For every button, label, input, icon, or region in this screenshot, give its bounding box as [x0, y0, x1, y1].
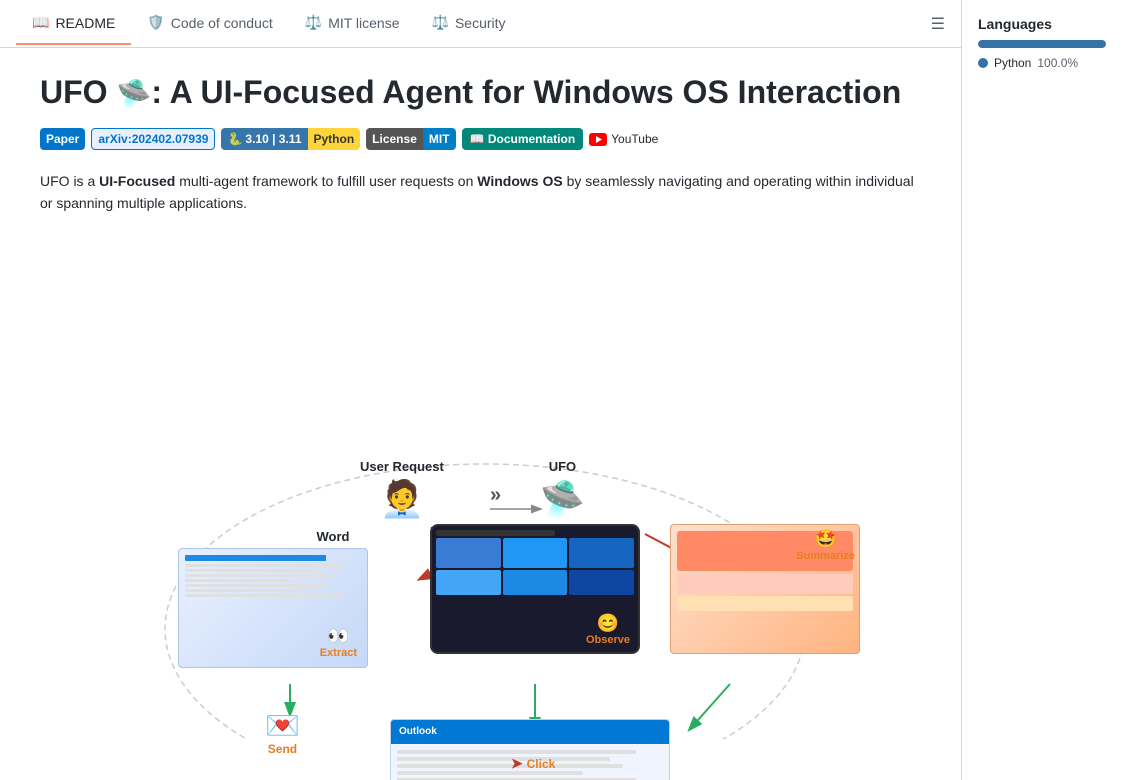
- badge-youtube[interactable]: YouTube: [589, 128, 658, 150]
- tab-security[interactable]: ⚖️ Security: [416, 2, 522, 45]
- bold-ui-focused: UI-Focused: [99, 173, 175, 189]
- user-request-group: User Request 🧑‍💼: [360, 459, 444, 520]
- python-name: Python: [994, 56, 1031, 70]
- youtube-icon: [589, 133, 607, 146]
- ppt-screenshot: 🤩 Summarize: [670, 524, 860, 654]
- tab-bar: 📖 README 🛡️ Code of conduct ⚖️ MIT licen…: [0, 0, 961, 48]
- user-request-label: User Request: [360, 459, 444, 474]
- click-label: Click: [527, 757, 556, 771]
- tab-security-label: Security: [455, 15, 506, 31]
- python-color-dot: [978, 58, 988, 68]
- outlook-screenshot: Outlook ➤ Click: [390, 719, 670, 780]
- description-text: UFO is a UI-Focused multi-agent framewor…: [40, 170, 920, 215]
- ufo-group: UFO 🛸: [540, 459, 585, 520]
- python-bar-fill: [978, 40, 1106, 48]
- observe-label: Observe: [586, 634, 630, 646]
- ufo-icon: 🛸: [540, 478, 585, 520]
- scale-icon: ⚖️: [305, 14, 322, 31]
- badges-row: Paper arXiv:202402.07939 🐍 3.10 | 3.11 P…: [40, 128, 920, 150]
- sidebar: Languages Python 100.0%: [962, 0, 1122, 780]
- sidebar-title: Languages: [978, 16, 1106, 32]
- summarize-label: Summarize: [796, 550, 855, 562]
- bold-windows-os: Windows OS: [477, 173, 562, 189]
- extract-label: Extract: [320, 647, 357, 659]
- scale2-icon: ⚖️: [432, 14, 449, 31]
- badge-python-versions: 🐍 3.10 | 3.11: [221, 128, 307, 150]
- badge-license-type: MIT: [423, 128, 456, 150]
- ppt-group: PowerPoint 🤩 Summarize: [670, 524, 860, 654]
- tab-code-of-conduct[interactable]: 🛡️ Code of conduct: [131, 2, 288, 45]
- user-avatar-icon: 🧑‍💼: [360, 478, 444, 520]
- badge-python[interactable]: 🐍 3.10 | 3.11 Python: [221, 128, 360, 150]
- page-title: UFO 🛸: A UI-Focused Agent for Windows OS…: [40, 72, 920, 112]
- send-group: 💌 Send: [265, 709, 300, 756]
- badge-license-label: License: [366, 128, 423, 150]
- badge-paper[interactable]: Paper: [40, 128, 85, 150]
- badge-docs[interactable]: 📖 Documentation: [462, 128, 584, 150]
- tab-readme-label: README: [55, 15, 115, 31]
- photos-screenshot: 😊 Observe: [430, 524, 640, 654]
- architecture-diagram: User Request 🧑‍💼 UFO 🛸 » Word: [70, 239, 890, 739]
- photos-group: Photos: [430, 524, 640, 654]
- language-bar-container: [978, 40, 1106, 48]
- tab-code-of-conduct-label: Code of conduct: [171, 15, 273, 31]
- shield-icon: 🛡️: [147, 14, 164, 31]
- send-label: Send: [265, 742, 300, 756]
- word-group: Word 👀: [178, 529, 368, 664]
- readme-body: UFO 🛸: A UI-Focused Agent for Windows OS…: [0, 48, 960, 779]
- word-label: Word: [238, 529, 428, 544]
- main-content: 📖 README 🛡️ Code of conduct ⚖️ MIT licen…: [0, 0, 962, 780]
- forward-arrows: »: [490, 484, 501, 507]
- word-screenshot: 👀 Extract: [178, 548, 368, 668]
- book-icon: 📖: [32, 14, 49, 31]
- tab-readme[interactable]: 📖 README: [16, 2, 131, 45]
- python-percentage: 100.0%: [1037, 56, 1078, 70]
- python-language-item: Python 100.0%: [978, 56, 1106, 70]
- hamburger-icon[interactable]: ☰: [931, 14, 945, 34]
- badge-python-label: Python: [308, 128, 361, 150]
- outlook-group: Outlook ➤ Click: [390, 719, 670, 780]
- badge-arxiv[interactable]: arXiv:202402.07939: [91, 128, 215, 150]
- badge-license[interactable]: License MIT: [366, 128, 455, 150]
- tab-mit-license[interactable]: ⚖️ MIT license: [289, 2, 416, 45]
- ufo-label: UFO: [540, 459, 585, 474]
- tab-mit-license-label: MIT license: [328, 15, 399, 31]
